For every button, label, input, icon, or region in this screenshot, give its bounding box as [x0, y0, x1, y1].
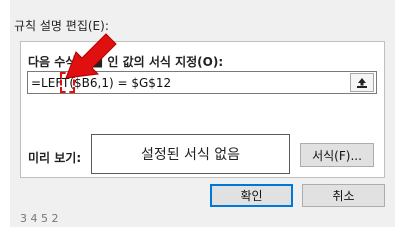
cancel-button[interactable]: 취소 [302, 184, 385, 207]
preview-label: 미리 보기: [28, 151, 82, 165]
collapse-dialog-icon [357, 77, 367, 88]
red-arrow-icon [65, 33, 117, 79]
format-button[interactable]: 서식(F)... [300, 143, 374, 167]
background-cut-text: 3 4 5 2 [20, 212, 59, 225]
left-edge [0, 0, 10, 227]
preview-box: 설정된 서식 없음 [91, 134, 290, 174]
preview-text: 설정된 서식 없음 [140, 147, 241, 163]
rule-formula-label-text: 다음 수식 ■■ 인 값의 서식 지정(O): [28, 55, 224, 69]
right-edge [395, 0, 405, 227]
ok-button[interactable]: 확인 [210, 184, 293, 207]
rule-formula-label: 다음 수식 ■■ 인 값의 서식 지정(O): [28, 53, 223, 70]
collapse-dialog-button[interactable] [350, 73, 374, 92]
dialog-stage: 규칙 설명 편집(E): 다음 수식 ■■ 인 값의 서식 지정(O): =LE… [0, 0, 405, 227]
